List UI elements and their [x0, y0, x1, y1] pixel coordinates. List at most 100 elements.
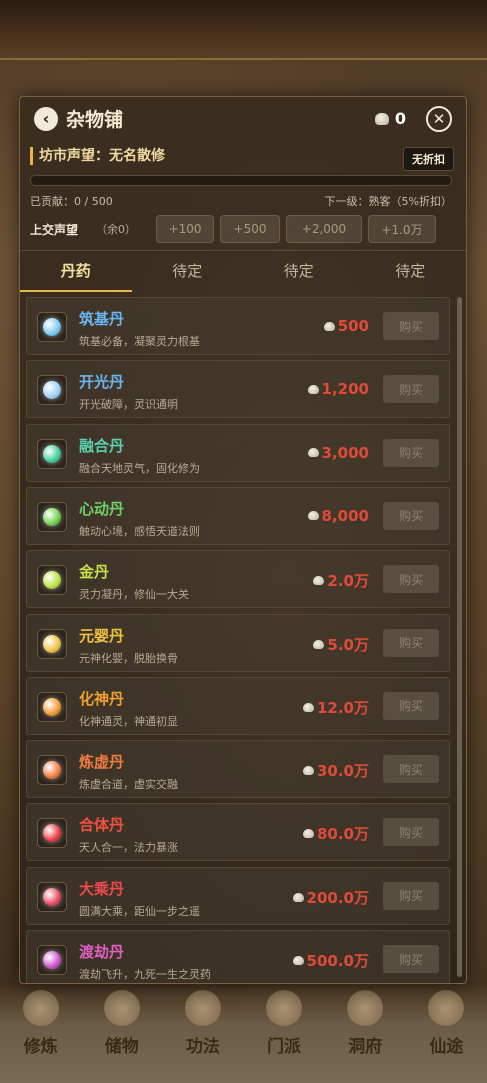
item-price: 80.0万 [302, 823, 369, 844]
scrollbar[interactable] [457, 297, 462, 977]
item-price-value: 3,000 [321, 443, 369, 462]
close-icon: ✕ [432, 110, 446, 128]
coin-icon [313, 576, 325, 586]
item-desc: 筑基必备，凝聚灵力根基 [79, 335, 200, 348]
pill-orb-icon [43, 697, 61, 716]
item-price-value: 2.0万 [327, 572, 369, 591]
submit-label: 上交声望 [30, 222, 79, 237]
coin-icon [302, 829, 314, 839]
submit-10000-button[interactable]: +1.0万 [368, 215, 436, 243]
submit-100-button[interactable]: +100 [156, 215, 214, 243]
item-desc: 触动心境，感悟天道法则 [79, 524, 200, 538]
coin-count: 0 [394, 109, 406, 128]
nav-item[interactable]: 功法 [173, 990, 233, 1057]
item-desc: 炼虚合道，虚实交融 [79, 778, 178, 792]
pill-icon [37, 501, 67, 532]
item-desc: 圆满大乘，距仙一步之遥 [79, 904, 200, 918]
item-price: 500.0万 [292, 950, 369, 971]
tab-pills[interactable]: 丹药 [20, 251, 132, 292]
buy-button[interactable]: 购买 [383, 691, 439, 720]
nav-label: 修炼 [23, 1037, 58, 1057]
item-price-value: 5.0万 [327, 635, 369, 654]
item-price: 30.0万 [302, 760, 369, 781]
buy-button[interactable]: 购买 [383, 881, 439, 910]
coin-balance: 0 [374, 109, 406, 128]
discount-badge: 无折扣 [403, 147, 454, 171]
item-name: 金丹 [79, 563, 110, 582]
coin-icon [323, 321, 335, 331]
reputation-label: 坊市声望：无名散修 [30, 147, 454, 165]
nav-icon [103, 990, 140, 1026]
list-item: 化神丹 化神通灵，神通初显 12.0万 购买 [26, 676, 450, 735]
pill-icon [37, 628, 67, 659]
nav-item[interactable]: 仙途 [416, 990, 476, 1057]
buy-button[interactable]: 购买 [383, 501, 439, 530]
chevron-left-icon: ‹ [42, 109, 50, 128]
bottom-nav: 修炼 储物 功法 门派 洞府 仙途 [0, 983, 487, 1083]
shop-panel: ‹ 杂物铺 0 ✕ 坊市声望：无名散修 无折扣 已贡献：0 / 500 下一级：… [19, 96, 467, 984]
item-name: 开光丹 [79, 373, 125, 392]
list-item: 大乘丹 圆满大乘，距仙一步之遥 200.0万 购买 [26, 866, 450, 925]
item-name: 筑基丹 [79, 310, 125, 328]
buy-button[interactable]: 购买 [383, 755, 439, 784]
submit-500-button[interactable]: +500 [220, 215, 280, 243]
item-list: 筑基丹 筑基必备，凝聚灵力根基 500 购买 开光丹 开光破障，灵识通明 1,200 购买 融合… [26, 297, 450, 983]
nav-item[interactable]: 门派 [254, 990, 314, 1057]
buy-button[interactable]: 购买 [383, 628, 439, 657]
item-price: 5.0万 [313, 634, 369, 655]
buy-button[interactable]: 购买 [383, 945, 439, 973]
pill-icon [37, 691, 67, 722]
nav-item[interactable]: 修炼 [11, 990, 71, 1057]
list-item: 元婴丹 元神化婴，脱胎换骨 5.0万 购买 [26, 613, 450, 672]
item-desc: 天人合一，法力暴涨 [79, 841, 178, 855]
coin-icon [292, 956, 304, 965]
pill-orb-icon [43, 761, 61, 780]
item-desc: 融合天地灵气，固化修为 [79, 461, 200, 475]
next-level-text: 下一级：熟客（5%折扣） [324, 195, 452, 208]
pill-orb-icon [43, 507, 61, 526]
coin-icon [292, 892, 304, 902]
submit-2000-button[interactable]: +2,000 [286, 215, 362, 243]
buy-button[interactable]: 购买 [383, 565, 439, 594]
tab-pending-1[interactable]: 待定 [132, 251, 244, 292]
pill-icon [37, 755, 67, 786]
tab-pending-2[interactable]: 待定 [243, 251, 355, 292]
nav-icon [428, 990, 465, 1026]
pill-orb-icon [43, 634, 61, 653]
submit-reputation-row: 上交声望 （余0） +100 +500 +2,000 +1.0万 [30, 214, 452, 244]
category-tabs: 丹药 待定 待定 待定 [20, 250, 466, 292]
back-button[interactable]: ‹ [34, 107, 58, 131]
coin-icon [307, 448, 319, 458]
list-item: 筑基丹筑基必备，凝聚灵力根基 500 购买 [26, 297, 450, 355]
tab-pending-3[interactable]: 待定 [355, 251, 467, 292]
buy-button[interactable]: 购买 [383, 375, 439, 404]
nav-item[interactable]: 洞府 [335, 990, 395, 1057]
pill-icon [37, 818, 67, 849]
item-desc: 灵力凝丹，修仙一大关 [79, 588, 189, 602]
coin-icon [307, 511, 319, 521]
item-name: 化神丹 [79, 689, 125, 708]
pill-icon [37, 375, 67, 406]
list-item: 融合丹融合天地灵气，固化修为 3,000 购买 [26, 423, 450, 482]
buy-button[interactable]: 购买 [383, 312, 439, 340]
item-price-value: 200.0万 [306, 888, 369, 907]
item-price: 200.0万 [292, 887, 369, 908]
pill-orb-icon [43, 824, 61, 843]
coin-icon [307, 384, 319, 394]
coin-icon [302, 702, 314, 712]
buy-button[interactable]: 购买 [383, 438, 439, 467]
buy-button[interactable]: 购买 [383, 818, 439, 847]
item-name: 心动丹 [79, 499, 125, 518]
submit-remaining: （余0） [96, 223, 136, 236]
list-item: 心动丹 触动心境，感悟天道法则 8,000 购买 [26, 486, 450, 545]
panel-header: ‹ 杂物铺 0 ✕ [20, 97, 466, 137]
item-price: 12.0万 [302, 697, 369, 718]
close-button[interactable]: ✕ [426, 106, 452, 132]
item-name: 融合丹 [79, 436, 125, 455]
item-price-value: 500 [337, 317, 369, 335]
nav-item[interactable]: 储物 [92, 990, 152, 1057]
pill-icon [37, 881, 67, 912]
item-name: 炼虚丹 [79, 753, 125, 772]
nav-icon [184, 990, 221, 1026]
item-desc: 渡劫飞升，九死一生之灵药 [79, 968, 211, 981]
